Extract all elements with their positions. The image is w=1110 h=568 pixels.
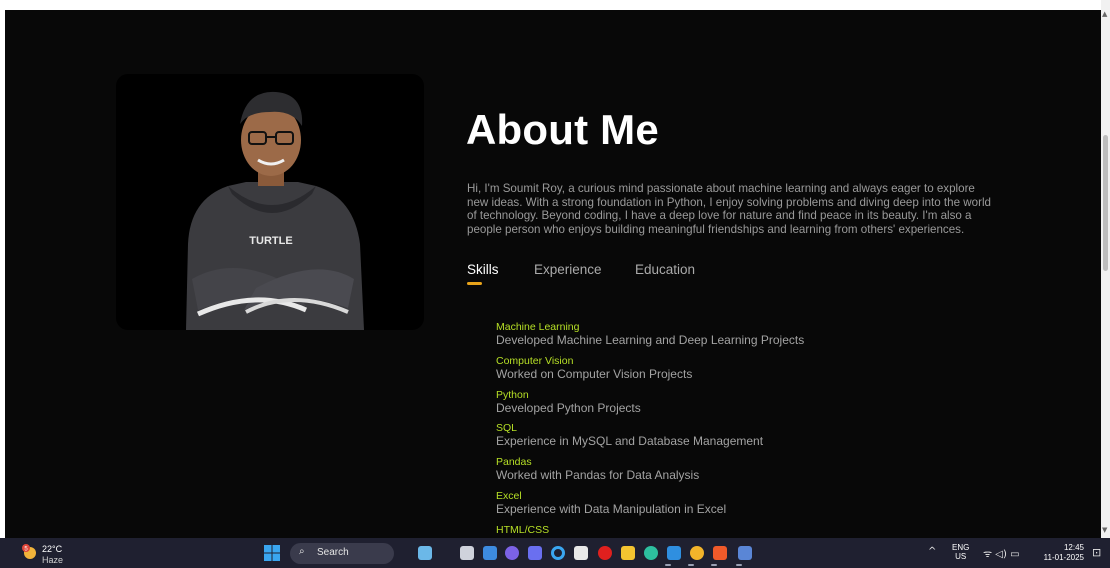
clock-date: 11-01-2025: [1043, 553, 1084, 562]
chrome-icon[interactable]: [690, 546, 704, 560]
tab-experience[interactable]: Experience: [534, 262, 602, 277]
list-item: Excel Experience with Data Manipulation …: [496, 490, 916, 517]
list-item: Python Developed Python Projects: [496, 389, 916, 416]
widgets-icon[interactable]: [418, 546, 432, 560]
shirt-text: TURTLE: [249, 235, 292, 247]
running-indicator: [665, 564, 671, 566]
edge-icon[interactable]: [644, 546, 658, 560]
skill-description: Experience in MySQL and Database Managem…: [496, 434, 764, 448]
tab-skills[interactable]: Skills: [467, 262, 499, 277]
skill-name: HTML/CSS: [496, 524, 550, 536]
about-paragraph: Hi, I'm Soumit Roy, a curious mind passi…: [467, 182, 991, 236]
skill-name: Machine Learning: [496, 321, 580, 333]
running-indicator: [736, 564, 742, 566]
tab-education[interactable]: Education: [635, 262, 695, 277]
scroll-up-arrow-icon[interactable]: ▲: [1102, 10, 1107, 18]
search-label: Search: [317, 547, 349, 558]
weather-haze-icon[interactable]: 5: [21, 544, 39, 562]
opera-icon[interactable]: [598, 546, 612, 560]
scroll-down-arrow-icon[interactable]: ▼: [1102, 526, 1107, 534]
list-item: SQL Experience in MySQL and Database Man…: [496, 422, 916, 449]
language-region: US: [955, 552, 967, 561]
browser-viewport: TURTLE About Me Hi, I'm Soumit Roy, a cu…: [5, 10, 1101, 538]
list-item: Machine Learning Developed Machine Learn…: [496, 321, 916, 348]
notifications-icon[interactable]: ⊡: [1092, 546, 1101, 559]
running-indicator: [711, 564, 717, 566]
language-code: ENG: [952, 543, 970, 552]
list-item: HTML/CSS: [496, 524, 916, 536]
task-view-icon[interactable]: [460, 546, 474, 560]
store-icon[interactable]: [483, 546, 497, 560]
list-item: Computer Vision Worked on Computer Visio…: [496, 355, 916, 382]
running-indicator: [688, 564, 694, 566]
profile-photo: TURTLE: [116, 74, 424, 330]
tray-wifi-volume-battery-icons[interactable]: ᯤ ◁) ▭: [983, 546, 1020, 560]
brave-icon[interactable]: [713, 546, 727, 560]
taskbar-clock[interactable]: 12:45 11-01-2025: [1038, 543, 1084, 563]
copilot-icon[interactable]: [440, 546, 454, 560]
skill-name: Computer Vision: [496, 355, 574, 367]
teams-icon[interactable]: [528, 546, 542, 560]
tray-overflow-chevron-icon[interactable]: ^: [928, 546, 936, 557]
skill-description: Experience with Data Manipulation in Exc…: [496, 502, 727, 516]
skill-name: Excel: [496, 490, 522, 502]
weather-condition[interactable]: Haze: [42, 555, 63, 565]
input-language[interactable]: ENG US: [952, 543, 969, 561]
skill-name: Python: [496, 389, 529, 401]
scrollbar-thumb[interactable]: [1103, 135, 1108, 271]
page-title: About Me: [466, 106, 659, 153]
skill-description: Worked on Computer Vision Projects: [496, 367, 693, 381]
task-manager-icon[interactable]: [738, 546, 752, 560]
list-item: Pandas Worked with Pandas for Data Analy…: [496, 456, 916, 483]
vscode-icon[interactable]: [667, 546, 681, 560]
skill-name: Pandas: [496, 456, 532, 468]
search-icon: ⌕: [299, 546, 305, 557]
start-windows-icon[interactable]: [264, 545, 280, 561]
skill-name: SQL: [496, 422, 518, 434]
cortana-icon[interactable]: [551, 546, 565, 560]
active-tab-underline: [467, 282, 482, 285]
skill-description: Developed Python Projects: [496, 401, 641, 415]
skill-description: Developed Machine Learning and Deep Lear…: [496, 333, 805, 347]
windows-taskbar: 5 22°C Haze ⌕ Search ^ ENG US ᯤ ◁) ▭ 12:…: [0, 538, 1110, 568]
copilot-app-icon[interactable]: [505, 546, 519, 560]
page-scrollbar[interactable]: ▲ ▼: [1101, 0, 1110, 538]
skill-description: Worked with Pandas for Data Analysis: [496, 468, 700, 482]
weather-temperature[interactable]: 22°C: [42, 544, 62, 554]
file-explorer-icon[interactable]: [621, 546, 635, 560]
notepad-icon[interactable]: [574, 546, 588, 560]
clock-time: 12:45: [1063, 543, 1084, 552]
